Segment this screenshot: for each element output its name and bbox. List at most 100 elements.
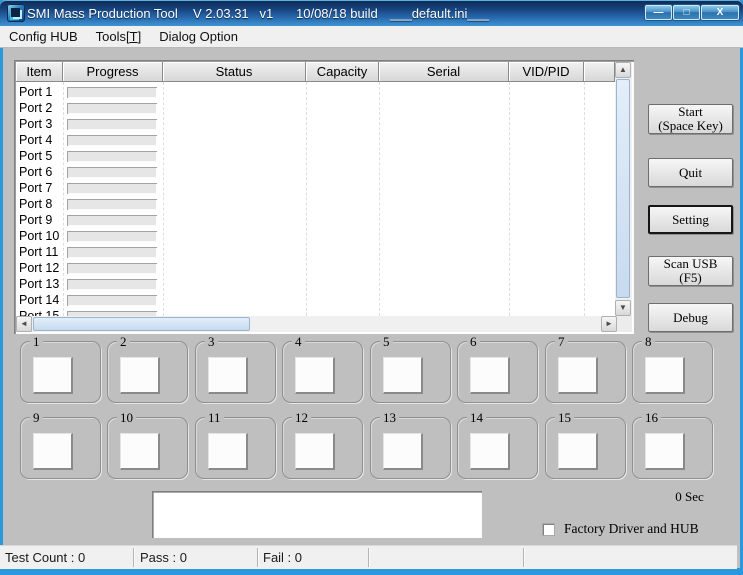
slot-indicator (645, 357, 685, 394)
progress-bar (67, 215, 157, 226)
table-row[interactable]: Port 10 (16, 228, 615, 244)
table-row[interactable]: Port 14 (16, 292, 615, 308)
slot-box-15: 15 (545, 417, 626, 479)
factory-driver-hub-checkbox[interactable] (542, 523, 555, 536)
horizontal-scrollbar[interactable]: ◄ ► (16, 316, 617, 332)
table-row[interactable]: Port 9 (16, 212, 615, 228)
slot-number-label: 12 (292, 410, 311, 425)
slot-box-2: 2 (107, 341, 188, 403)
horizontal-scroll-thumb[interactable] (33, 317, 250, 331)
start-button-label: Start (678, 105, 703, 119)
table-row[interactable]: Port 2 (16, 100, 615, 116)
progress-bar (67, 231, 157, 242)
port-label: Port 13 (16, 277, 63, 291)
scan-usb-button-label: Scan USB (664, 257, 718, 271)
table-row[interactable]: Port 15 (16, 308, 615, 316)
status-bar: Test Count : 0 Pass : 0 Fail : 0 (0, 545, 737, 569)
slot-box-7: 7 (545, 341, 626, 403)
slot-number-label: 10 (117, 410, 136, 425)
elapsed-time-label: 0 Sec (662, 489, 717, 505)
slot-box-1: 1 (20, 341, 101, 403)
port-label: Port 10 (16, 229, 63, 243)
progress-bar (67, 199, 157, 210)
slot-box-12: 12 (282, 417, 363, 479)
scan-usb-button[interactable]: Scan USB (F5) (648, 256, 733, 286)
slot-indicator (558, 357, 598, 394)
table-row[interactable]: Port 6 (16, 164, 615, 180)
pass-status: Pass : 0 (140, 546, 187, 569)
table-row[interactable]: Port 1 (16, 84, 615, 100)
port-label: Port 3 (16, 117, 63, 131)
slot-number-label: 14 (467, 410, 486, 425)
build-label: 10/08/18 build (296, 6, 378, 21)
close-button[interactable]: X (701, 5, 739, 20)
scroll-up-icon[interactable]: ▲ (615, 62, 631, 78)
app-icon[interactable] (7, 4, 25, 22)
port-label: Port 6 (16, 165, 63, 179)
slot-number-label: 1 (30, 334, 43, 349)
slot-indicator (470, 357, 510, 394)
start-button-sublabel: (Space Key) (658, 119, 723, 133)
column-header-capacity[interactable]: Capacity (306, 62, 379, 82)
slot-number-label: 7 (555, 334, 568, 349)
setting-button[interactable]: Setting (648, 205, 733, 234)
minimize-button[interactable]: — (645, 5, 672, 20)
column-header-progress[interactable]: Progress (63, 62, 163, 82)
slot-box-5: 5 (370, 341, 451, 403)
table-row[interactable]: Port 5 (16, 148, 615, 164)
quit-button[interactable]: Quit (648, 158, 733, 187)
status-divider (523, 548, 524, 567)
column-header-empty[interactable] (584, 62, 615, 82)
table-row[interactable]: Port 3 (16, 116, 615, 132)
start-button[interactable]: Start (Space Key) (648, 104, 733, 134)
port-label: Port 14 (16, 293, 63, 307)
table-row[interactable]: Port 11 (16, 244, 615, 260)
slot-box-6: 6 (457, 341, 538, 403)
table-row[interactable]: Port 13 (16, 276, 615, 292)
scroll-down-icon[interactable]: ▼ (615, 300, 631, 316)
menu-tools[interactable]: Tools[T] (87, 26, 151, 47)
slot-indicator (558, 433, 598, 470)
log-textbox[interactable] (152, 491, 482, 538)
vertical-scroll-thumb[interactable] (616, 79, 630, 298)
setting-button-label: Setting (672, 213, 709, 227)
table-row[interactable]: Port 8 (16, 196, 615, 212)
status-divider (257, 548, 258, 567)
scan-usb-button-sublabel: (F5) (679, 271, 701, 285)
menu-tools-text: Tools[ (96, 29, 130, 44)
slot-indicator (33, 357, 73, 394)
column-header-status[interactable]: Status (163, 62, 306, 82)
slot-box-9: 9 (20, 417, 101, 479)
slot-indicator (120, 357, 160, 394)
progress-bar (67, 119, 157, 130)
slot-indicator (383, 433, 423, 470)
port-table: Item Progress Status Capacity Serial VID… (14, 60, 634, 334)
slot-indicator (120, 433, 160, 470)
table-row[interactable]: Port 7 (16, 180, 615, 196)
scroll-right-icon[interactable]: ► (601, 316, 617, 332)
scroll-left-icon[interactable]: ◄ (16, 316, 32, 332)
column-header-item[interactable]: Item (16, 62, 63, 82)
slot-box-3: 3 (195, 341, 276, 403)
slot-number-label: 5 (380, 334, 393, 349)
port-label: Port 15 (16, 309, 63, 316)
progress-bar (67, 247, 157, 258)
slot-number-label: 11 (205, 410, 224, 425)
slot-number-label: 4 (292, 334, 305, 349)
table-row[interactable]: Port 4 (16, 132, 615, 148)
progress-bar (67, 295, 157, 306)
debug-button[interactable]: Debug (648, 303, 733, 332)
slot-indicator (295, 433, 335, 470)
vertical-scrollbar[interactable]: ▲ ▼ (615, 62, 632, 316)
maximize-button[interactable]: □ (673, 5, 700, 20)
slot-indicator (470, 433, 510, 470)
debug-button-label: Debug (673, 311, 708, 325)
column-header-serial[interactable]: Serial (379, 62, 509, 82)
slot-number-label: 15 (555, 410, 574, 425)
table-row[interactable]: Port 12 (16, 260, 615, 276)
menu-bar: Config HUB Tools[T] Dialog Option (0, 26, 743, 48)
slot-number-label: 3 (205, 334, 218, 349)
menu-config-hub[interactable]: Config HUB (0, 26, 87, 47)
column-header-vidpid[interactable]: VID/PID (509, 62, 584, 82)
menu-dialog-option[interactable]: Dialog Option (150, 26, 247, 47)
